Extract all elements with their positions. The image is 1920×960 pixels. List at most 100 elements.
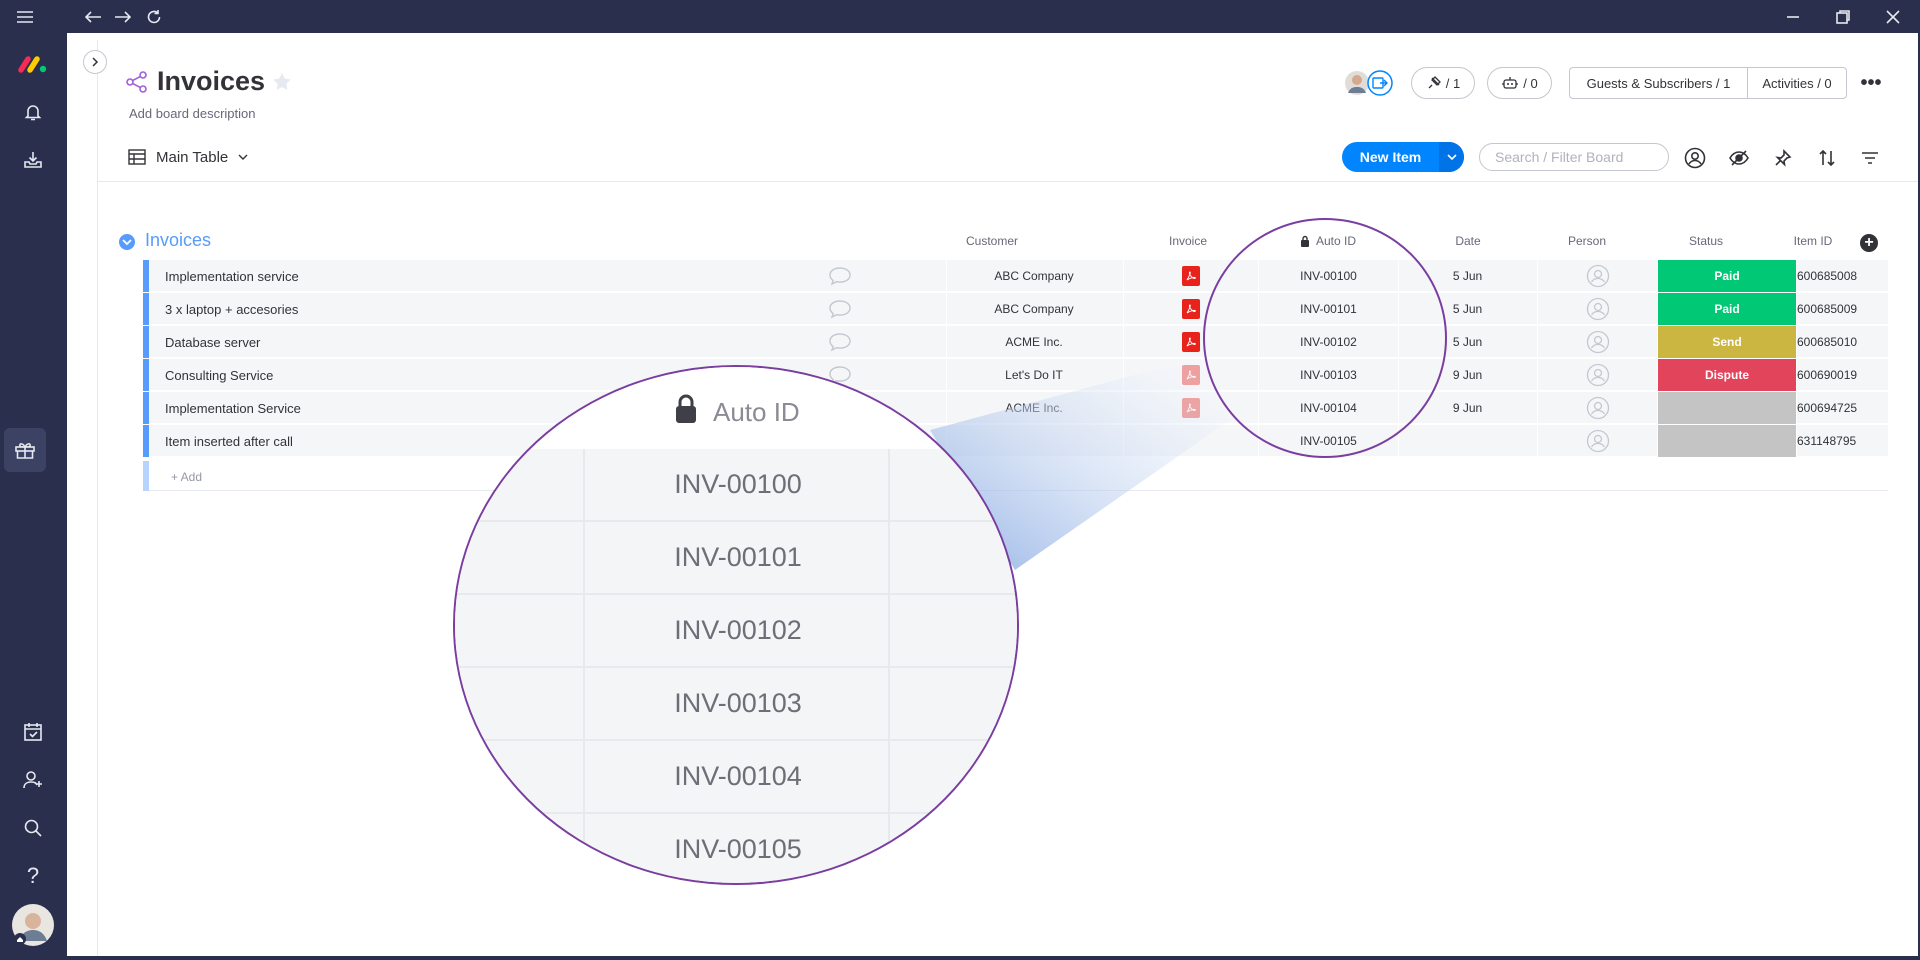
- zoom-divider: [583, 449, 585, 883]
- group-collapse-icon[interactable]: [119, 234, 135, 250]
- person-cell[interactable]: [1537, 293, 1657, 325]
- more-options-icon[interactable]: •••: [1858, 70, 1884, 96]
- invoice-cell[interactable]: [1123, 425, 1258, 457]
- item-name[interactable]: Implementation service: [165, 269, 299, 284]
- filter-icon[interactable]: [1858, 146, 1882, 170]
- zoom-auto-id-value: INV-00100: [674, 469, 802, 499]
- group-title[interactable]: Invoices: [145, 230, 211, 251]
- status-cell[interactable]: [1657, 392, 1796, 424]
- board-description[interactable]: Add board description: [129, 106, 255, 121]
- item-id-cell[interactable]: 600685008: [1796, 260, 1888, 292]
- inbox-icon[interactable]: [14, 141, 52, 179]
- calendar-check-icon[interactable]: [14, 713, 52, 751]
- item-id-cell[interactable]: 600690019: [1796, 359, 1888, 391]
- status-cell[interactable]: Send: [1657, 326, 1796, 358]
- column-header-item-id[interactable]: Item ID: [1763, 234, 1863, 248]
- board-title[interactable]: Invoices: [157, 66, 265, 97]
- column-header-status[interactable]: Status: [1656, 234, 1756, 248]
- column-header-invoice[interactable]: Invoice: [1138, 234, 1238, 248]
- pdf-file-icon[interactable]: [1182, 365, 1200, 385]
- activities-button[interactable]: Activities / 0: [1747, 67, 1847, 99]
- reload-icon[interactable]: [143, 6, 165, 28]
- close-icon[interactable]: [1882, 6, 1904, 28]
- share-icon[interactable]: [125, 70, 149, 99]
- board-members-avatars[interactable]: [1344, 70, 1394, 96]
- item-id-cell[interactable]: 600685010: [1796, 326, 1888, 358]
- add-row-stripe: [143, 461, 149, 491]
- updates-bubble-icon[interactable]: [828, 266, 852, 291]
- item-name[interactable]: Implementation Service: [165, 401, 301, 416]
- person-placeholder-icon[interactable]: [1586, 330, 1610, 354]
- item-name[interactable]: Consulting Service: [165, 368, 273, 383]
- bell-icon[interactable]: [14, 93, 52, 131]
- user-avatar[interactable]: [11, 903, 55, 947]
- chevron-down-icon[interactable]: [238, 153, 248, 161]
- person-placeholder-icon[interactable]: [1586, 396, 1610, 420]
- lock-icon: [676, 394, 696, 423]
- item-name[interactable]: 3 x laptop + accesories: [165, 302, 298, 317]
- updates-bubble-icon[interactable]: [828, 299, 852, 324]
- person-placeholder-icon[interactable]: [1586, 363, 1610, 387]
- sort-icon[interactable]: [1815, 146, 1839, 170]
- group-color-stripe: [143, 260, 149, 292]
- restore-icon[interactable]: [1832, 6, 1854, 28]
- hamburger-icon[interactable]: [14, 6, 36, 28]
- person-cell[interactable]: [1537, 359, 1657, 391]
- item-id-cell[interactable]: 631148795: [1796, 425, 1888, 457]
- new-item-button[interactable]: New Item: [1342, 142, 1464, 172]
- table-row[interactable]: Database server ACME Inc. INV-00102 5 Jun Se…: [143, 326, 1888, 358]
- monday-logo[interactable]: [14, 45, 52, 83]
- hide-columns-icon[interactable]: [1727, 146, 1751, 170]
- help-icon[interactable]: ?: [14, 857, 52, 895]
- pdf-file-icon[interactable]: [1182, 299, 1200, 319]
- magnifier-source-circle: [1203, 218, 1447, 458]
- column-header-customer[interactable]: Customer: [942, 234, 1042, 248]
- zoom-row: INV-00102: [455, 595, 1017, 668]
- person-cell[interactable]: [1537, 425, 1657, 457]
- search-filter-input[interactable]: [1479, 143, 1669, 171]
- tab-main-table[interactable]: Main Table: [128, 146, 248, 168]
- person-cell[interactable]: [1537, 326, 1657, 358]
- item-id-cell[interactable]: 600685009: [1796, 293, 1888, 325]
- person-cell[interactable]: [1537, 260, 1657, 292]
- forward-arrow-icon[interactable]: [112, 6, 134, 28]
- person-filter-icon[interactable]: [1683, 146, 1707, 170]
- status-cell[interactable]: Paid: [1657, 260, 1796, 292]
- status-cell[interactable]: [1657, 425, 1796, 457]
- pdf-file-icon[interactable]: [1182, 266, 1200, 286]
- person-placeholder-icon[interactable]: [1586, 429, 1610, 453]
- customer-cell[interactable]: ABC Company: [946, 293, 1121, 325]
- expand-sidebar-button[interactable]: [83, 50, 107, 74]
- customer-cell[interactable]: ACME Inc.: [946, 326, 1121, 358]
- pin-icon[interactable]: [1771, 146, 1795, 170]
- minimize-icon[interactable]: [1782, 6, 1804, 28]
- column-header-date[interactable]: Date: [1418, 234, 1518, 248]
- pdf-file-icon[interactable]: [1182, 332, 1200, 352]
- pdf-file-icon[interactable]: [1182, 398, 1200, 418]
- table-row[interactable]: Implementation service ABC Company INV-001…: [143, 260, 1888, 292]
- search-icon[interactable]: [14, 809, 52, 847]
- person-placeholder-icon[interactable]: [1586, 297, 1610, 321]
- star-icon[interactable]: [271, 71, 293, 98]
- automations-button[interactable]: / 0: [1487, 67, 1552, 99]
- person-placeholder-icon[interactable]: [1586, 264, 1610, 288]
- updates-bubble-icon[interactable]: [828, 332, 852, 357]
- item-id-cell[interactable]: 600694725: [1796, 392, 1888, 424]
- invite-user-icon[interactable]: [14, 761, 52, 799]
- column-header-person[interactable]: Person: [1537, 234, 1637, 248]
- date-cell[interactable]: [1398, 425, 1536, 457]
- back-arrow-icon[interactable]: [82, 6, 104, 28]
- integrations-button[interactable]: / 1: [1411, 67, 1475, 99]
- person-cell[interactable]: [1537, 392, 1657, 424]
- item-name[interactable]: Database server: [165, 335, 260, 350]
- status-cell[interactable]: Paid: [1657, 293, 1796, 325]
- guests-label: Guests & Subscribers / 1: [1586, 75, 1731, 91]
- guests-subscribers-button[interactable]: Guests & Subscribers / 1: [1569, 67, 1747, 99]
- customer-cell[interactable]: ABC Company: [946, 260, 1121, 292]
- table-row[interactable]: 3 x laptop + accesories ABC Company INV-00…: [143, 293, 1888, 325]
- add-column-button[interactable]: +: [1860, 234, 1878, 252]
- integrations-count: / 1: [1445, 75, 1461, 91]
- gift-icon[interactable]: [4, 428, 46, 472]
- status-cell[interactable]: Dispute: [1657, 359, 1796, 391]
- item-name[interactable]: Item inserted after call: [165, 434, 293, 449]
